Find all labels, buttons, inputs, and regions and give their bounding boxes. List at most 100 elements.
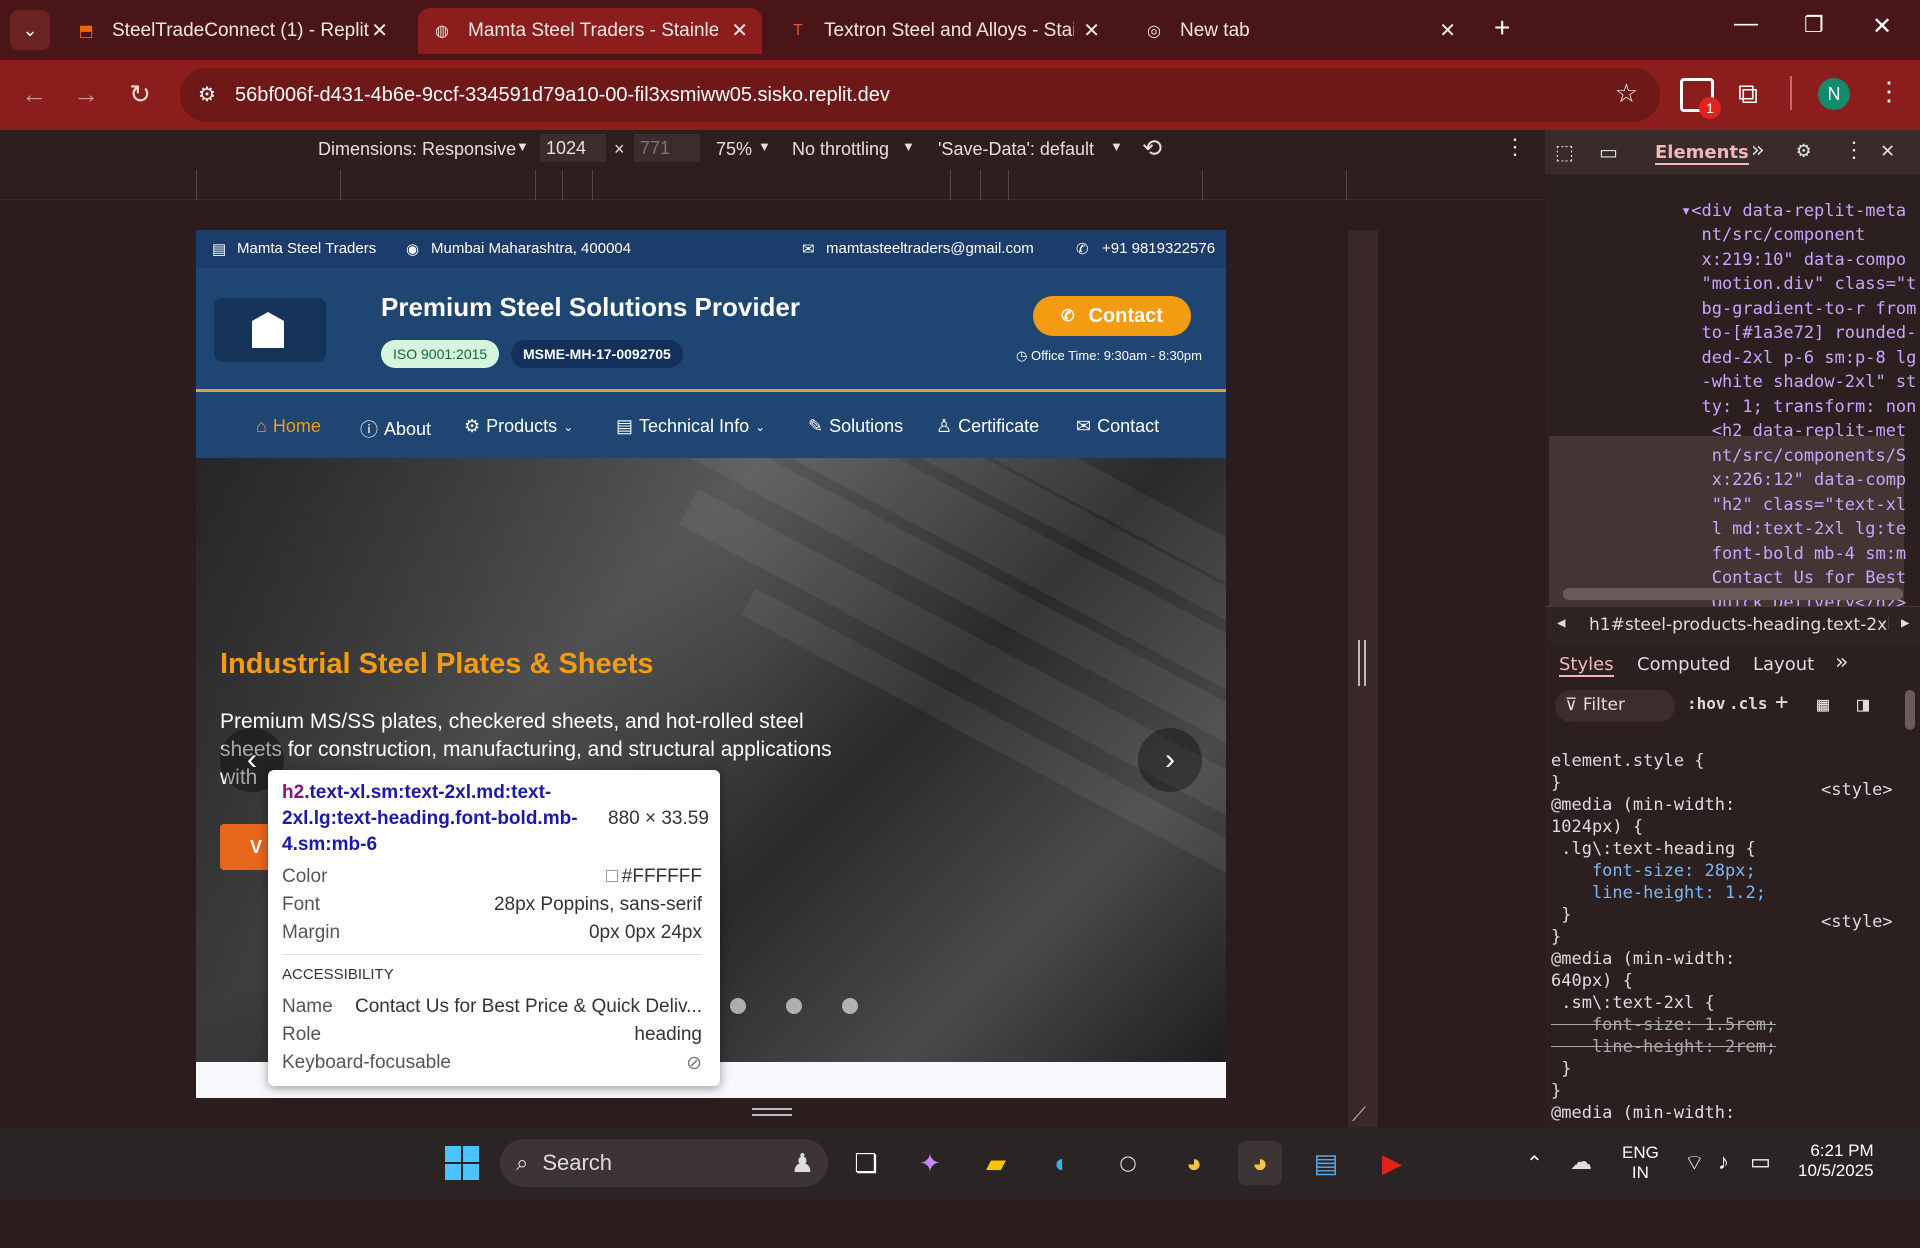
style-line[interactable]: font-size: 1.5rem; xyxy=(1551,1015,1776,1035)
gear-icon[interactable]: ⚙ xyxy=(1797,138,1810,163)
tab-layout[interactable]: Layout xyxy=(1753,654,1814,675)
vertical-scrollbar[interactable] xyxy=(1905,690,1915,730)
throttle-select[interactable]: No throttling xyxy=(792,139,889,160)
code-line[interactable]: Contact Us for Best xyxy=(1681,568,1906,588)
tab-textron[interactable]: T Textron Steel and Alloys - Stainl ✕ xyxy=(774,8,1114,54)
save-data-select[interactable]: 'Save-Data': default xyxy=(938,139,1094,160)
code-line[interactable]: bg-gradient-to-r from xyxy=(1681,299,1916,319)
horizontal-scrollbar[interactable] xyxy=(1563,588,1903,600)
style-source-link[interactable]: <style> xyxy=(1821,912,1893,932)
close-icon[interactable]: ✕ xyxy=(1439,18,1456,43)
taskbar-search[interactable]: ⌕ Search ♟ xyxy=(500,1139,828,1187)
inspect-icon[interactable]: ⬚ xyxy=(1555,140,1574,164)
contact-button[interactable]: ✆ Contact xyxy=(1033,296,1191,336)
tab-mamta[interactable]: ◍ Mamta Steel Traders - Stainless ✕ xyxy=(418,8,762,54)
more-tabs-icon[interactable]: » xyxy=(1835,650,1848,675)
reload-icon[interactable]: ↻ xyxy=(120,74,160,114)
extension-icon[interactable]: 1 xyxy=(1680,78,1721,119)
carousel-dot[interactable] xyxy=(730,998,746,1014)
resize-handle-bottom-icon[interactable] xyxy=(752,1108,792,1116)
tab-search-button[interactable]: ⌄ xyxy=(10,10,50,50)
hov-toggle[interactable]: :hov xyxy=(1687,694,1726,713)
device-toggle-icon[interactable]: ▭ xyxy=(1599,140,1618,164)
code-line[interactable]: nt/src/component xyxy=(1681,225,1865,245)
height-input[interactable]: 771 xyxy=(634,134,700,162)
youtube-icon[interactable]: ▶ xyxy=(1370,1141,1414,1185)
tab-replit[interactable]: ⬒ SteelTradeConnect (1) - Replit ✕ xyxy=(62,8,402,54)
clock[interactable]: 6:21 PM 10/5/2025 xyxy=(1798,1141,1874,1181)
chrome-profile-icon[interactable]: ◕ xyxy=(1238,1141,1282,1185)
copilot-icon[interactable]: ✦ xyxy=(908,1141,952,1185)
email-link[interactable]: mamtasteeltraders@gmail.com xyxy=(826,240,1034,257)
code-line[interactable]: l md:text-2xl lg:te xyxy=(1681,519,1906,539)
resize-corner-icon[interactable]: ⟋ xyxy=(1352,1104,1366,1127)
nav-contact[interactable]: ✉ Contact xyxy=(1076,416,1159,437)
nav-about[interactable]: ⓘ About xyxy=(360,416,431,442)
cls-toggle[interactable]: .cls xyxy=(1729,694,1768,713)
volume-icon[interactable]: ♪ xyxy=(1718,1149,1729,1175)
width-input[interactable]: 1024 xyxy=(540,134,606,162)
tab-styles[interactable]: Styles xyxy=(1559,654,1614,677)
notepad-icon[interactable]: ▤ xyxy=(1304,1141,1348,1185)
profile-avatar[interactable]: N xyxy=(1818,78,1850,110)
carousel-next-button[interactable]: › xyxy=(1138,728,1202,792)
minimize-icon[interactable]: — xyxy=(1734,10,1758,38)
resize-handle-icon[interactable] xyxy=(1358,640,1366,686)
nav-technical-info[interactable]: ▤ Technical Info ⌄ xyxy=(616,416,765,437)
sidebar-toggle-icon[interactable]: ◨ xyxy=(1857,692,1869,716)
task-view-icon[interactable]: ❏ xyxy=(844,1141,888,1185)
site-info-icon[interactable]: ⚙ xyxy=(198,82,216,107)
code-line[interactable]: font-bold mb-4 sm:m xyxy=(1681,544,1906,564)
chevron-right-icon[interactable]: ▶ xyxy=(1901,615,1909,631)
code-line[interactable]: nt/src/components/S xyxy=(1681,446,1906,466)
bookmark-star-icon[interactable]: ☆ xyxy=(1615,78,1638,109)
code-line[interactable]: x:226:12" data-comp xyxy=(1681,470,1906,490)
paint-icon[interactable]: ▦ xyxy=(1817,692,1829,716)
styles-filter-input[interactable]: ⊽ Filter xyxy=(1555,690,1675,722)
zoom-select[interactable]: 75% xyxy=(716,139,752,160)
nav-solutions[interactable]: ✎ Solutions xyxy=(808,416,903,437)
close-icon[interactable]: ✕ xyxy=(731,18,748,43)
battery-icon[interactable]: ▭ xyxy=(1750,1149,1771,1175)
breadcrumb[interactable]: h1#steel-products-heading.text-2xl.s xyxy=(1589,615,1889,635)
add-rule-icon[interactable]: + xyxy=(1775,690,1788,715)
menu-dots-icon[interactable]: ⋮ xyxy=(1876,76,1902,107)
tab-elements[interactable]: Elements xyxy=(1655,142,1749,165)
nav-products[interactable]: ⚙ Products ⌄ xyxy=(464,416,573,437)
nav-certificate[interactable]: ♙ Certificate xyxy=(936,416,1039,437)
tab-computed[interactable]: Computed xyxy=(1637,654,1731,675)
rotate-icon[interactable]: ⟲ xyxy=(1142,134,1162,163)
carousel-dot[interactable] xyxy=(786,998,802,1014)
phone-link[interactable]: +91 9819322576 xyxy=(1102,240,1215,257)
language-indicator[interactable]: ENG IN xyxy=(1622,1143,1659,1183)
menu-dots-icon[interactable]: ⋮ xyxy=(1843,138,1865,163)
code-line[interactable]: "motion.div" class="t xyxy=(1681,274,1916,294)
puzzle-icon[interactable]: ⧉ xyxy=(1738,78,1758,111)
code-line[interactable]: ▾<div data-replit-meta xyxy=(1681,201,1906,221)
close-icon[interactable]: ✕ xyxy=(1083,18,1100,43)
style-source-link[interactable]: <style> xyxy=(1821,780,1893,800)
tab-new[interactable]: ◎ New tab ✕ xyxy=(1130,8,1470,54)
chevron-left-icon[interactable]: ◀ xyxy=(1557,615,1565,631)
address-bar[interactable]: ⚙ 56bf006f-d431-4b6e-9ccf-334591d79a10-0… xyxy=(180,68,1660,122)
network-icon[interactable]: ☁ xyxy=(1570,1149,1592,1175)
window-close-icon[interactable]: ✕ xyxy=(1872,12,1892,41)
back-icon[interactable]: ← xyxy=(14,74,54,114)
nav-home[interactable]: ⌂ Home xyxy=(256,416,321,437)
code-line[interactable]: x:219:10" data-compo xyxy=(1681,250,1906,270)
dell-icon[interactable]: ◯ xyxy=(1106,1141,1150,1185)
code-line[interactable]: "h2" class="text-xl xyxy=(1681,495,1906,515)
site-logo[interactable] xyxy=(214,298,326,362)
carousel-dot[interactable] xyxy=(842,998,858,1014)
style-line[interactable]: font-size: 28px; xyxy=(1551,861,1756,881)
chevron-up-icon[interactable]: ⌃ xyxy=(1526,1151,1543,1176)
code-line[interactable]: -white shadow-2xl" st xyxy=(1681,372,1916,392)
forward-icon[interactable]: → xyxy=(66,74,106,114)
dimensions-select[interactable]: Dimensions: Responsive xyxy=(318,139,516,160)
more-options-icon[interactable]: ⋮ xyxy=(1504,134,1526,160)
edge-icon[interactable]: ◐ xyxy=(1040,1141,1084,1185)
new-tab-button[interactable]: + xyxy=(1494,12,1510,44)
file-explorer-icon[interactable]: ▰ xyxy=(974,1141,1018,1185)
close-icon[interactable]: ✕ xyxy=(371,18,388,43)
code-line[interactable]: ty: 1; transform: non xyxy=(1681,397,1916,417)
